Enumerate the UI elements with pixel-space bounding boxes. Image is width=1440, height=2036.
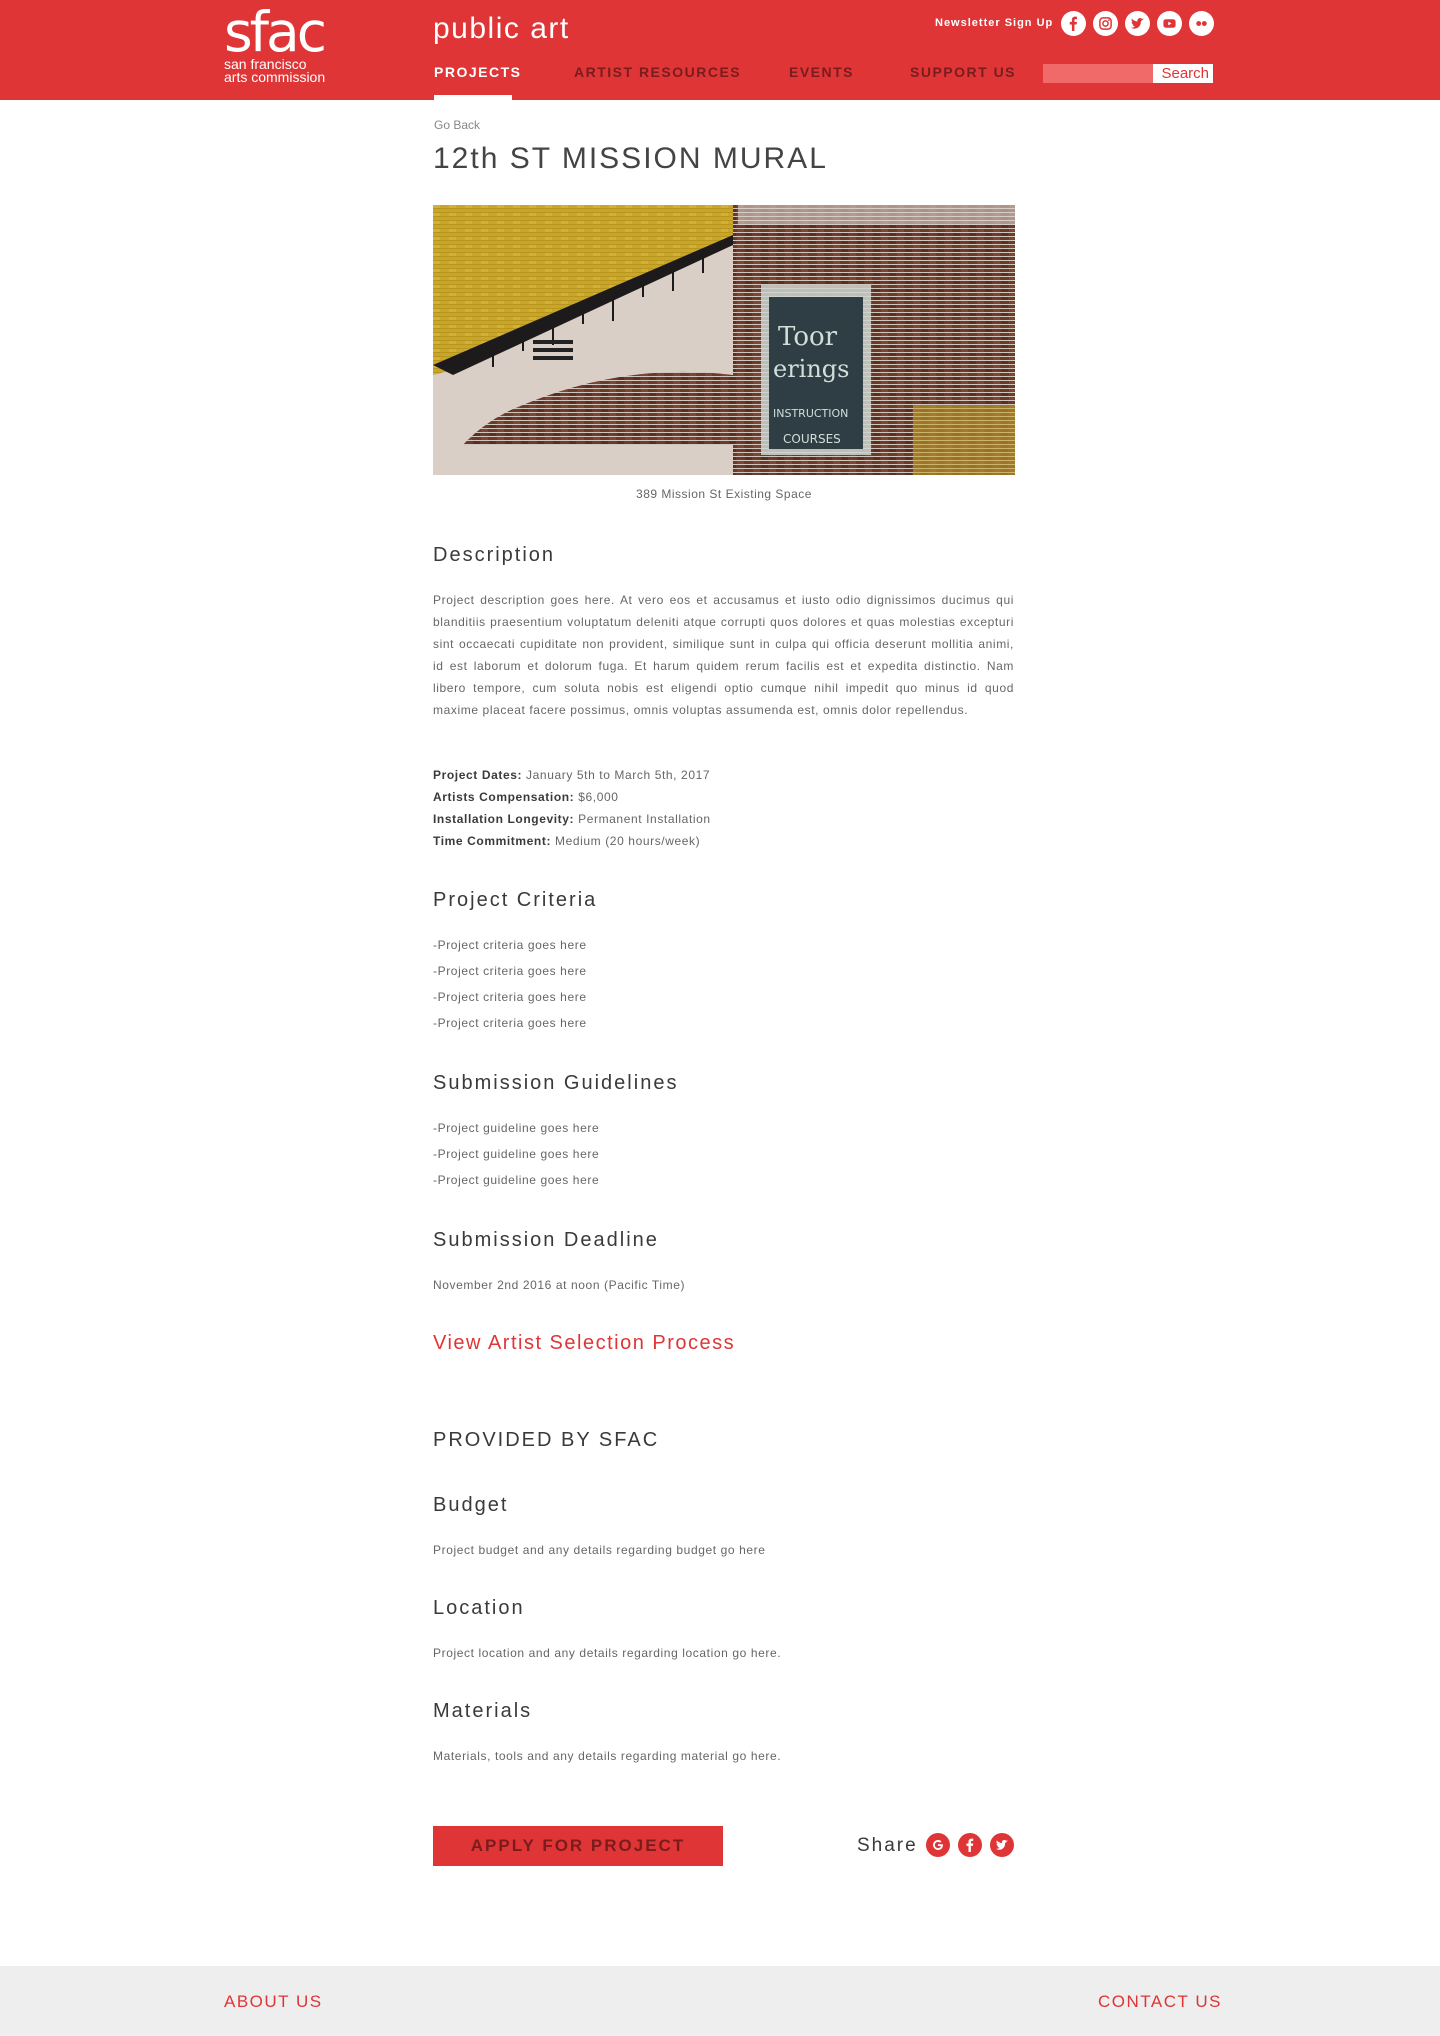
svg-text:INSTRUCTION: INSTRUCTION xyxy=(773,407,848,420)
list-item: -Project criteria goes here xyxy=(433,964,587,978)
go-back-link[interactable]: Go Back xyxy=(434,118,480,132)
meta-value: Medium (20 hours/week) xyxy=(555,834,701,848)
meta-value: $6,000 xyxy=(578,790,619,804)
budget-text: Project budget and any details regarding… xyxy=(433,1543,766,1557)
list-item: -Project criteria goes here xyxy=(433,990,587,1004)
meta-value: Permanent Installation xyxy=(578,812,711,826)
criteria-heading: Project Criteria xyxy=(433,889,598,911)
flickr-icon[interactable] xyxy=(1189,11,1214,36)
facebook-icon[interactable] xyxy=(958,1833,982,1857)
list-item: -Project criteria goes here xyxy=(433,1016,587,1030)
google-icon[interactable] xyxy=(926,1833,950,1857)
deadline-heading: Submission Deadline xyxy=(433,1229,659,1251)
nav-artist-resources[interactable]: ARTIST RESOURCES xyxy=(574,64,741,80)
budget-heading: Budget xyxy=(433,1494,509,1516)
guidelines-heading: Submission Guidelines xyxy=(433,1072,679,1094)
meta-time-commitment: Time Commitment: Medium (20 hours/week) xyxy=(433,834,700,848)
list-item: -Project criteria goes here xyxy=(433,938,587,952)
materials-text: Materials, tools and any details regardi… xyxy=(433,1749,782,1763)
share-label: Share xyxy=(857,1835,918,1856)
search-button[interactable]: Search xyxy=(1153,64,1213,83)
location-heading: Location xyxy=(433,1597,525,1619)
meta-label: Artists Compensation: xyxy=(433,790,575,804)
sfac-logo[interactable]: sfac san francisco arts commission xyxy=(224,0,329,90)
site-footer xyxy=(0,1966,1440,2036)
provided-by-heading: PROVIDED BY SFAC xyxy=(433,1429,660,1451)
page-title: 12th ST MISSION MURAL xyxy=(433,142,828,175)
twitter-icon[interactable] xyxy=(1125,11,1150,36)
about-us-link[interactable]: ABOUT US xyxy=(224,1992,323,2012)
meta-installation-longevity: Installation Longevity: Permanent Instal… xyxy=(433,812,711,826)
logo-mark: sfac xyxy=(224,0,327,64)
list-item: -Project guideline goes here xyxy=(433,1147,600,1161)
nav-projects[interactable]: PROJECTS xyxy=(434,64,521,80)
project-image: Toor erings INSTRUCTION COURSES xyxy=(433,205,1015,475)
image-caption: 389 Mission St Existing Space xyxy=(636,487,812,501)
facebook-icon[interactable] xyxy=(1061,11,1086,36)
meta-value: January 5th to March 5th, 2017 xyxy=(526,768,711,782)
meta-project-dates: Project Dates: January 5th to March 5th,… xyxy=(433,768,710,782)
twitter-icon[interactable] xyxy=(990,1833,1014,1857)
instagram-icon[interactable] xyxy=(1093,11,1118,36)
contact-us-link[interactable]: CONTACT US xyxy=(1098,1992,1222,2012)
description-text: Project description goes here. At vero e… xyxy=(433,593,1014,717)
site-header: sfac san francisco arts commission publi… xyxy=(0,0,1440,100)
list-item: -Project guideline goes here xyxy=(433,1121,600,1135)
meta-label: Project Dates: xyxy=(433,768,523,782)
description-heading: Description xyxy=(433,544,556,566)
location-text: Project location and any details regardi… xyxy=(433,1646,782,1660)
meta-label: Time Commitment: xyxy=(433,834,552,848)
search-input[interactable] xyxy=(1043,64,1153,83)
list-item: -Project guideline goes here xyxy=(433,1173,600,1187)
svg-text:COURSES: COURSES xyxy=(783,432,841,446)
materials-heading: Materials xyxy=(433,1700,533,1722)
svg-text:Toor: Toor xyxy=(778,322,838,352)
view-artist-selection-link[interactable]: View Artist Selection Process xyxy=(433,1332,735,1355)
site-title[interactable]: public art xyxy=(433,12,570,46)
meta-label: Installation Longevity: xyxy=(433,812,575,826)
meta-artists-compensation: Artists Compensation: $6,000 xyxy=(433,790,619,804)
newsletter-signup-link[interactable]: Newsletter Sign Up xyxy=(935,17,1053,29)
logo-line-2: arts commission xyxy=(224,69,326,85)
deadline-text: November 2nd 2016 at noon (Pacific Time) xyxy=(433,1278,686,1292)
youtube-icon[interactable] xyxy=(1157,11,1182,36)
nav-support-us[interactable]: SUPPORT US xyxy=(910,64,1016,80)
nav-events[interactable]: EVENTS xyxy=(789,64,854,80)
apply-for-project-button[interactable]: APPLY FOR PROJECT xyxy=(433,1826,723,1866)
nav-active-indicator xyxy=(434,95,512,100)
svg-text:erings: erings xyxy=(773,355,850,383)
